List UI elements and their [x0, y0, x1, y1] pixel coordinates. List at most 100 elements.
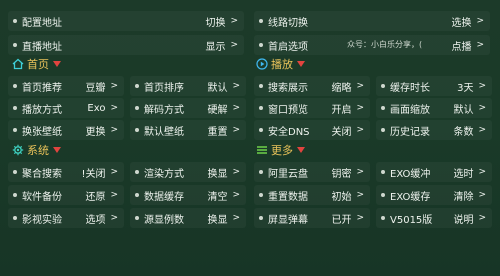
setting-row-live-url[interactable]: 直播地址 显示 > [8, 35, 244, 55]
setting-label: 首页推荐 [22, 82, 62, 94]
setting-value: !关闭 [81, 168, 106, 180]
setting-render-mode[interactable]: 渲染方式 换显 > [130, 162, 246, 182]
marquee-text: 众号：小白乐分享，( [347, 40, 423, 49]
setting-version-info[interactable]: V5015版 说明 > [376, 208, 492, 228]
bullet-icon [135, 106, 139, 110]
bullet-icon [13, 106, 17, 110]
setting-label: 搜索展示 [268, 82, 308, 94]
setting-default-wallpaper[interactable]: 默认壁纸 重置 > [130, 120, 246, 140]
chevron-right-icon: > [478, 213, 486, 223]
setting-cache-duration[interactable]: 缓存时长 3天 > [376, 76, 492, 96]
setting-picture-scale[interactable]: 画面缩放 默认 > [376, 98, 492, 118]
bullet-icon [13, 43, 17, 47]
bullet-icon [135, 193, 139, 197]
setting-label: 线路切换 [268, 17, 308, 29]
setting-source-columns[interactable]: 源显例数 换显 > [130, 208, 246, 228]
setting-home-recommend[interactable]: 首页推荐 豆瓣 > [8, 76, 124, 96]
bullet-icon [259, 84, 263, 88]
setting-label: 影视实验 [22, 214, 62, 226]
setting-exo-buffer[interactable]: EXO缓冲 选时 > [376, 162, 492, 182]
setting-change-wallpaper[interactable]: 换张壁纸 更换 > [8, 120, 124, 140]
setting-value: 重置 [207, 126, 228, 138]
setting-label: 直播地址 [22, 41, 62, 53]
setting-label: 安全DNS [268, 126, 310, 138]
setting-value: 选换 [451, 17, 472, 29]
setting-search-display[interactable]: 搜索展示 缩略 > [254, 76, 370, 96]
setting-decode-mode[interactable]: 解码方式 硬解 > [130, 98, 246, 118]
bullet-icon [135, 128, 139, 132]
chevron-right-icon: > [110, 167, 118, 177]
bullet-icon [135, 216, 139, 220]
setting-value: 已开 [331, 214, 352, 226]
setting-video-lab[interactable]: 影视实验 选项 > [8, 208, 124, 228]
chevron-right-icon: > [476, 40, 484, 50]
chevron-right-icon: > [232, 167, 240, 177]
setting-aggregate-search[interactable]: 聚合搜索 !关闭 > [8, 162, 124, 182]
bullet-icon [13, 19, 17, 23]
chevron-right-icon: > [476, 16, 484, 26]
setting-label: 历史记录 [390, 126, 430, 138]
chevron-right-icon: > [478, 167, 486, 177]
setting-exo-cache[interactable]: EXO缓存 清除 > [376, 185, 492, 205]
setting-label: 窗口预览 [268, 104, 308, 116]
setting-aliyun-drive[interactable]: 阿里云盘 钥密 > [254, 162, 370, 182]
chevron-right-icon: > [356, 81, 364, 91]
setting-reset-data[interactable]: 重置数据 初始 > [254, 185, 370, 205]
setting-label: 换张壁纸 [22, 126, 62, 138]
chevron-right-icon: > [478, 125, 486, 135]
setting-danmaku[interactable]: 屏显弹幕 已开 > [254, 208, 370, 228]
setting-label: 首启选项 [268, 41, 308, 53]
setting-label: 数据缓存 [144, 191, 184, 203]
setting-home-sort[interactable]: 首页排序 默认 > [130, 76, 246, 96]
setting-secure-dns[interactable]: 安全DNS 关闭 > [254, 120, 370, 140]
setting-value: 点播 [451, 41, 472, 53]
chevron-right-icon: > [232, 213, 240, 223]
setting-label: 首页排序 [144, 82, 184, 94]
bullet-icon [259, 106, 263, 110]
bullet-icon [381, 106, 385, 110]
section-play: 播放 [256, 56, 305, 72]
setting-label: 重置数据 [268, 191, 308, 203]
section-title: 播放 [271, 58, 293, 71]
bullet-icon [381, 170, 385, 174]
setting-label: EXO缓存 [390, 191, 431, 203]
chevron-right-icon: > [230, 40, 238, 50]
chevron-right-icon: > [110, 213, 118, 223]
bullet-icon [13, 170, 17, 174]
chevron-right-icon: > [356, 125, 364, 135]
chevron-right-icon: > [478, 190, 486, 200]
setting-window-preview[interactable]: 窗口预览 开启 > [254, 98, 370, 118]
setting-value: 3天 [457, 82, 474, 94]
setting-history[interactable]: 历史记录 条数 > [376, 120, 492, 140]
setting-value: 默认 [207, 82, 228, 94]
setting-label: 画面缩放 [390, 104, 430, 116]
chevron-right-icon: > [232, 103, 240, 113]
chevron-right-icon: > [230, 16, 238, 26]
setting-row-line-switch[interactable]: 线路切换 选换 > [254, 11, 490, 31]
setting-label: 播放方式 [22, 104, 62, 116]
chevron-right-icon: > [356, 167, 364, 177]
triangle-down-icon [53, 61, 61, 67]
setting-value: 默认 [453, 104, 474, 116]
chevron-right-icon: > [232, 81, 240, 91]
setting-value: 换显 [207, 168, 228, 180]
bullet-icon [259, 128, 263, 132]
section-title: 更多 [271, 144, 293, 157]
setting-label: 渲染方式 [144, 168, 184, 180]
triangle-down-icon [297, 147, 305, 153]
setting-value: 选项 [85, 214, 106, 226]
setting-software-backup[interactable]: 软件备份 还原 > [8, 185, 124, 205]
bullet-icon [259, 19, 263, 23]
bullet-icon [135, 170, 139, 174]
bullet-icon [381, 216, 385, 220]
bullet-icon [13, 84, 17, 88]
chevron-right-icon: > [356, 213, 364, 223]
setting-row-config-url[interactable]: 配置地址 切换 > [8, 11, 244, 31]
setting-data-cache[interactable]: 数据缓存 清空 > [130, 185, 246, 205]
chevron-right-icon: > [110, 190, 118, 200]
bullet-icon [381, 128, 385, 132]
triangle-down-icon [297, 61, 305, 67]
bullet-icon [13, 128, 17, 132]
setting-play-mode[interactable]: 播放方式 Exo > [8, 98, 124, 118]
setting-value: 条数 [453, 126, 474, 138]
